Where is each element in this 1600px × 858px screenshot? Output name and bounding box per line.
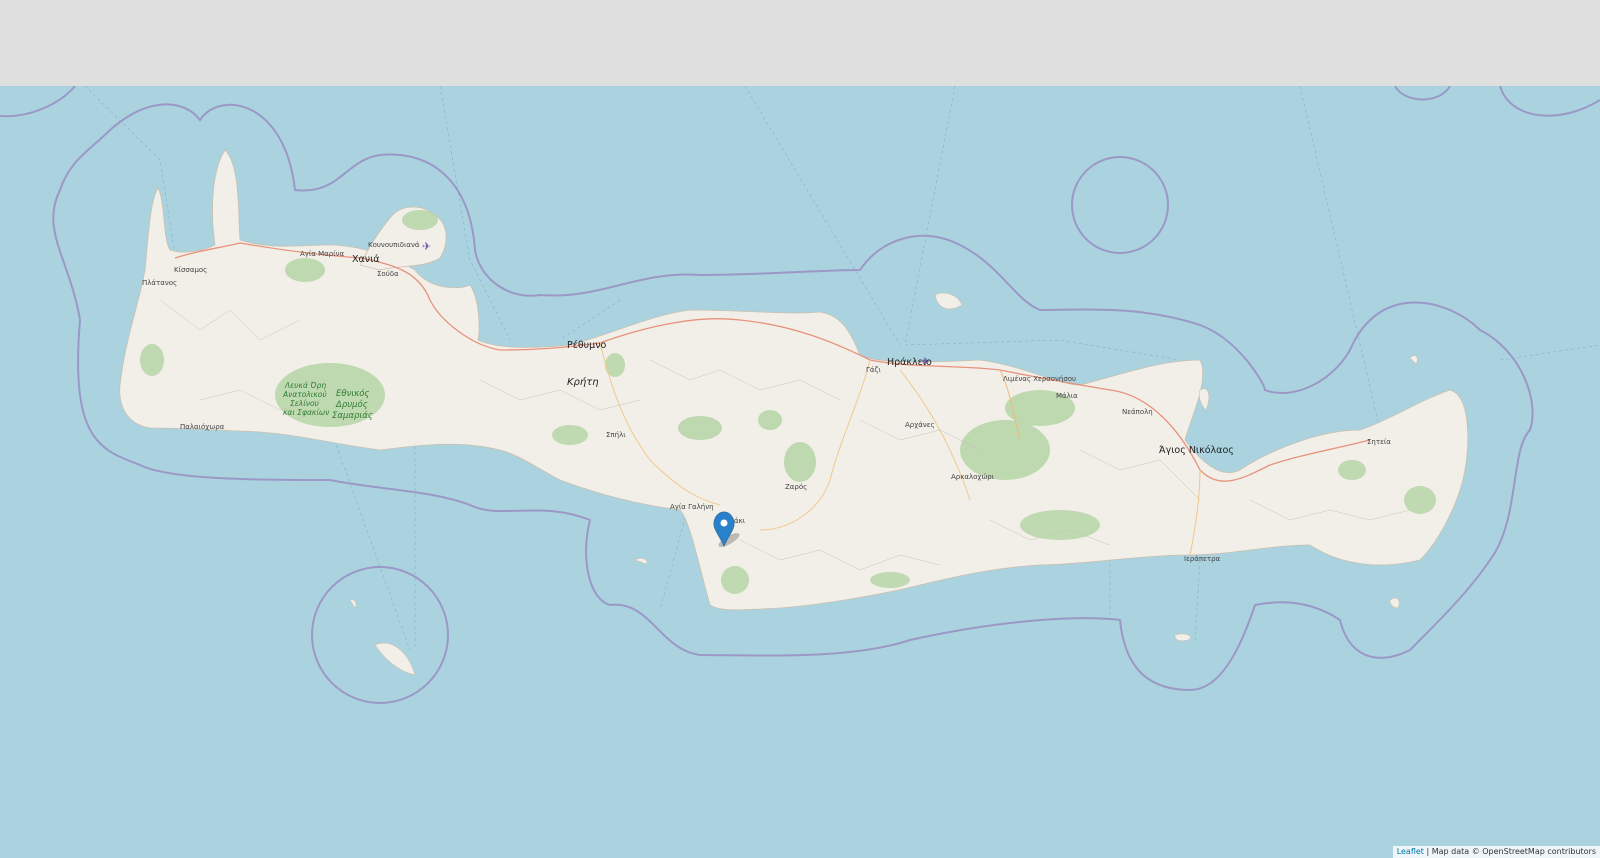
label-gazi: Γάζι xyxy=(866,366,881,374)
label-park2-2: Δρυμός xyxy=(335,399,368,410)
attribution-text: Map data © OpenStreetMap contributors xyxy=(1431,847,1596,856)
map-attribution: Leaflet | Map data © OpenStreetMap contr… xyxy=(1392,846,1600,858)
label-spili: Σπήλι xyxy=(606,431,626,439)
label-park2-1: Εθνικός xyxy=(336,388,369,399)
label-park-4: και Σφακίων xyxy=(283,408,329,417)
label-malia: Μάλια xyxy=(1056,392,1078,400)
label-archanes: Αρχάνες xyxy=(905,421,935,429)
label-kissamos: Κίσσαμος xyxy=(174,266,207,274)
leaflet-link[interactable]: Leaflet xyxy=(1397,847,1424,856)
label-park-2: Ανατολικού xyxy=(282,390,327,399)
label-agia-marina: Αγία Μαρίνα xyxy=(300,250,345,258)
label-siteia: Σητεία xyxy=(1367,438,1391,446)
label-agia-galini: Αγία Γαλήνη xyxy=(670,503,714,511)
label-agios-nikolaos: Άγιος Νικόλαος xyxy=(1159,445,1234,456)
label-neapoli: Νεάπολη xyxy=(1122,408,1153,416)
label-park-1: Λευκά Όρη xyxy=(284,381,326,390)
label-paleochora: Παλαιόχωρα xyxy=(180,423,225,431)
label-kriti: Κρήτη xyxy=(567,376,599,388)
label-chania: Χανιά xyxy=(352,254,380,265)
label-rethymno: Ρέθυμνο xyxy=(567,340,607,351)
label-ierapetra: Ιεράπετρα xyxy=(1184,555,1221,563)
label-souda: Σούδα xyxy=(377,270,399,278)
label-arkalochori: Αρκαλοχώρι xyxy=(951,473,995,481)
map-canvas: ✈ ✈ Κίσσαμος Πλάτανος Αγία Μαρίνα Χανιά … xyxy=(0,86,1600,704)
label-kounoupidiana: Κουνουπιδιανά xyxy=(368,241,420,249)
map-viewport[interactable]: ✈ ✈ Κίσσαμος Πλάτανος Αγία Μαρίνα Χανιά … xyxy=(0,86,1600,858)
label-zaros: Ζαρός xyxy=(785,483,807,491)
attribution-separator: | xyxy=(1423,847,1432,856)
label-platanos: Πλάτανος xyxy=(142,279,177,287)
label-heraklion: Ηράκλειο xyxy=(887,357,932,368)
top-bar xyxy=(0,0,1600,86)
label-park-3: Σελίνου xyxy=(290,399,320,408)
label-park2-3: Σαμαριάς xyxy=(332,411,373,421)
label-limenas: Λιμένας Χερσονήσου xyxy=(1003,375,1076,383)
airport-icon-chania: ✈ xyxy=(422,240,431,253)
